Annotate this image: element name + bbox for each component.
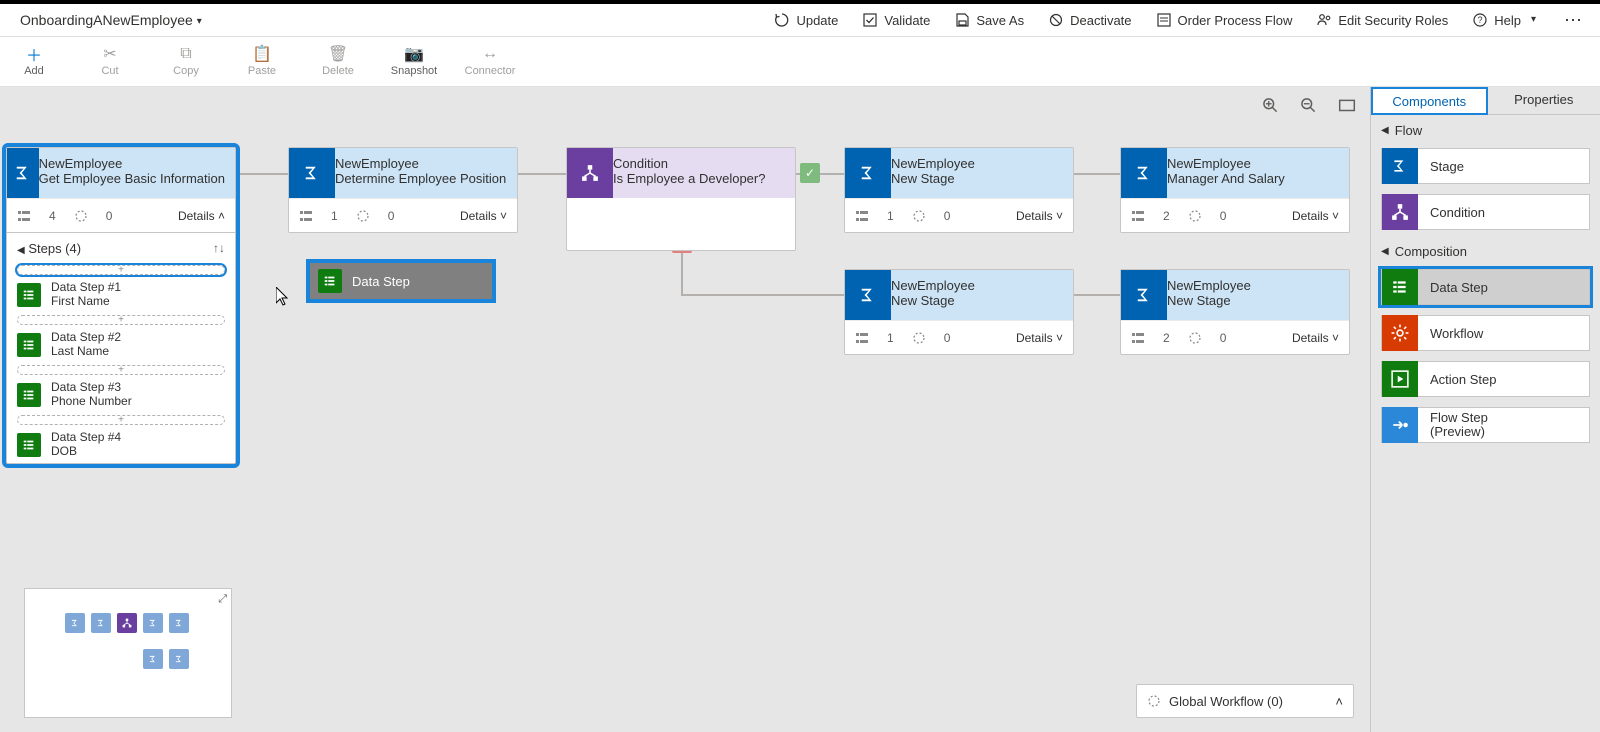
- zoom-in-button[interactable]: [1262, 97, 1280, 115]
- svg-text:?: ?: [1478, 15, 1483, 25]
- components-panel: Components Properties ◀Flow Stage Condit…: [1370, 87, 1600, 732]
- connector-button[interactable]: ↔Connector: [466, 45, 514, 77]
- details-toggle[interactable]: Details ˅: [1292, 331, 1339, 345]
- edit-security-roles-button[interactable]: Edit Security Roles: [1312, 8, 1452, 32]
- data-step-icon: [17, 383, 41, 407]
- process-name-dropdown[interactable]: OnboardingANewEmployee ▾: [16, 6, 206, 34]
- condition-icon: [1382, 194, 1418, 230]
- validate-button[interactable]: Validate: [858, 8, 934, 32]
- tab-properties[interactable]: Properties: [1488, 87, 1600, 115]
- component-action-step[interactable]: Action Step: [1381, 361, 1590, 397]
- add-button[interactable]: ＋Add: [10, 45, 58, 77]
- deactivate-button[interactable]: Deactivate: [1044, 8, 1135, 32]
- details-toggle[interactable]: Details ˅: [1292, 209, 1339, 223]
- data-step-item[interactable]: Data Step #1First Name: [7, 277, 235, 313]
- fit-screen-button[interactable]: [1338, 97, 1356, 115]
- minimap[interactable]: ⤢: [24, 588, 232, 718]
- component-flow-step[interactable]: Flow Step(Preview): [1381, 407, 1590, 443]
- component-condition[interactable]: Condition: [1381, 194, 1590, 230]
- chevron-down-icon: ▾: [197, 16, 202, 27]
- component-data-step[interactable]: Data Step: [1381, 269, 1590, 305]
- condition-icon: [567, 148, 613, 198]
- reorder-arrows[interactable]: ↑↓: [213, 241, 225, 255]
- details-toggle[interactable]: Details ˅: [460, 209, 507, 223]
- component-workflow[interactable]: Workflow: [1381, 315, 1590, 351]
- details-toggle[interactable]: Details ˅: [1016, 209, 1063, 223]
- component-stage[interactable]: Stage: [1381, 148, 1590, 184]
- stage-icon: [1121, 148, 1167, 198]
- workflow-icon: [1382, 315, 1418, 351]
- process-name: OnboardingANewEmployee: [20, 12, 193, 28]
- save-as-button[interactable]: Save As: [950, 8, 1028, 32]
- update-button[interactable]: Update: [770, 8, 842, 32]
- snapshot-button[interactable]: 📷Snapshot: [390, 45, 438, 77]
- data-step-icon: [17, 433, 41, 457]
- stage-icon: [845, 148, 891, 198]
- stage-icon: [1121, 270, 1167, 320]
- stage-icon: [1382, 148, 1418, 184]
- condition-node[interactable]: ConditionIs Employee a Developer?: [566, 147, 796, 251]
- paste-button[interactable]: 📋Paste: [238, 45, 286, 77]
- chevron-down-icon: ▾: [1531, 14, 1536, 25]
- group-composition-header[interactable]: ◀Composition: [1371, 236, 1600, 263]
- condition-yes-gate: ✓: [800, 163, 820, 183]
- stage-icon: [845, 270, 891, 320]
- stage-node-2[interactable]: NewEmployeeDetermine Employee Position 1…: [288, 147, 518, 233]
- stage-node-5[interactable]: NewEmployeeNew Stage 1 0 Details ˅: [844, 269, 1074, 355]
- minimap-expand-icon[interactable]: ⤢: [218, 593, 227, 606]
- data-step-item[interactable]: Data Step #4DOB: [7, 427, 235, 463]
- data-step-item[interactable]: Data Step #2Last Name: [7, 327, 235, 363]
- data-step-icon: [1382, 269, 1418, 305]
- canvas[interactable]: ✓ ✕ NewEmployee Get Employee Basic Infor…: [0, 87, 1370, 732]
- global-workflow-bar[interactable]: Global Workflow (0) ˄: [1136, 684, 1354, 718]
- stage-node-3[interactable]: NewEmployeeNew Stage 1 0 Details ˅: [844, 147, 1074, 233]
- data-step-icon: [17, 283, 41, 307]
- tab-components[interactable]: Components: [1371, 87, 1488, 115]
- flow-step-icon: [1382, 407, 1418, 443]
- more-button[interactable]: ⋯: [1556, 10, 1592, 31]
- data-step-icon: [17, 333, 41, 357]
- order-process-flow-button[interactable]: Order Process Flow: [1152, 8, 1297, 32]
- details-toggle[interactable]: Details ˄: [178, 209, 225, 223]
- stage-icon: [7, 148, 39, 198]
- toolbar: ＋Add ✂Cut ⧉Copy 📋Paste 🗑Delete 📷Snapshot…: [0, 37, 1600, 87]
- copy-button[interactable]: ⧉Copy: [162, 45, 210, 77]
- data-step-item[interactable]: Data Step #3Phone Number: [7, 377, 235, 413]
- command-bar: OnboardingANewEmployee▾ Update Validate …: [0, 4, 1600, 37]
- chevron-up-icon: ˄: [1335, 694, 1343, 709]
- stage-icon: [289, 148, 335, 198]
- details-toggle[interactable]: Details ˅: [1016, 331, 1063, 345]
- zoom-out-button[interactable]: [1300, 97, 1318, 115]
- stage-node-1[interactable]: NewEmployee Get Employee Basic Informati…: [6, 147, 236, 464]
- cursor-icon: [276, 287, 290, 307]
- data-step-icon: [318, 269, 342, 293]
- group-flow-header[interactable]: ◀Flow: [1371, 115, 1600, 142]
- stage-node-6[interactable]: NewEmployeeNew Stage 2 0 Details ˅: [1120, 269, 1350, 355]
- drag-ghost-data-step[interactable]: Data Step: [306, 259, 496, 303]
- cut-button[interactable]: ✂Cut: [86, 45, 134, 77]
- help-button[interactable]: ?Help▾: [1468, 8, 1540, 32]
- delete-button[interactable]: 🗑Delete: [314, 45, 362, 77]
- stage-node-4[interactable]: NewEmployeeManager And Salary 2 0 Detail…: [1120, 147, 1350, 233]
- action-step-icon: [1382, 361, 1418, 397]
